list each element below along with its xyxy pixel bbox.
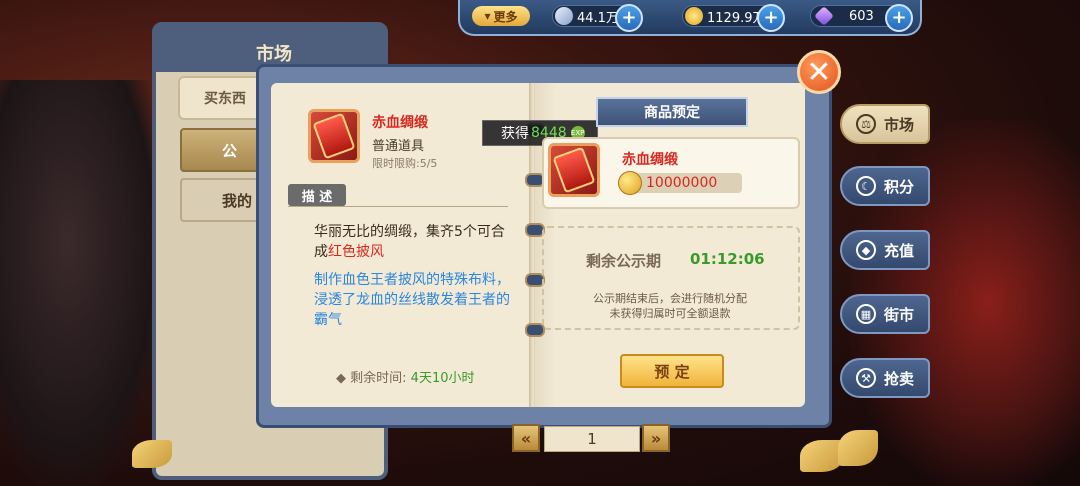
notice-line-2: 未获得归属时可全额退款	[609, 307, 731, 320]
chevron-down-icon: ▾	[484, 9, 491, 23]
scale-icon: ⚖	[856, 114, 876, 134]
divider	[288, 206, 508, 207]
nav-street-label: 街市	[884, 305, 915, 324]
notice-line-1: 公示期结束后，会进行随机分配	[593, 292, 747, 305]
silk-scroll-icon	[552, 146, 596, 194]
pager: « 1 »	[512, 424, 670, 452]
market-side-button-public[interactable]: 公	[180, 128, 260, 172]
add-diamond-button[interactable]: +	[885, 4, 913, 32]
nav-auction-label: 抢卖	[884, 369, 915, 388]
description-text: 华丽无比的绸缎，集齐5个可合成红色披风	[314, 222, 514, 262]
order-item-icon[interactable]	[548, 143, 600, 197]
shop-icon: ▦	[856, 304, 876, 324]
purchase-limit: 限时限购:5/5	[372, 157, 438, 170]
nav-points-label: 积分	[884, 177, 915, 196]
more-button[interactable]: ▾ 更多	[472, 6, 530, 26]
countdown-label: 剩余公示期	[586, 252, 662, 270]
gavel-icon: ⚒	[856, 368, 876, 388]
market-side-button-mine[interactable]: 我的	[180, 178, 260, 222]
nav-recharge-label: 充值	[884, 241, 915, 260]
silk-scroll-icon	[312, 112, 356, 160]
diamond-counter: 603 +	[810, 4, 913, 32]
diamond-value: 603	[849, 8, 874, 24]
remaining-time: ◆ 剩余时间: 4天10小时	[336, 367, 475, 386]
gold-leaf-icon	[685, 7, 703, 25]
diamond-icon	[814, 6, 834, 26]
gold-leaf-decoration	[132, 440, 172, 468]
more-label: 更多	[493, 9, 518, 24]
countdown-value: 01:12:06	[690, 250, 765, 268]
flavor-text: 制作血色王者披风的特殊布料，浸透了龙血的丝线散发着王者的霸气	[314, 272, 510, 328]
silver-feather-icon	[555, 7, 573, 25]
item-name: 赤血绸缎	[372, 115, 428, 131]
nav-market[interactable]: ⚖ 市场	[840, 104, 930, 144]
reserve-button[interactable]: 预 定	[620, 354, 724, 388]
diamond-bullet-icon: ◆	[336, 371, 351, 386]
nav-points[interactable]: ☾ 积分	[840, 166, 930, 206]
nav-market-label: 市场	[884, 115, 915, 134]
price-value: 10000000	[646, 175, 718, 191]
price-box: 10000000	[618, 171, 742, 195]
nav-recharge[interactable]: ◆ 充值	[840, 230, 930, 270]
background-rock-left	[0, 80, 170, 486]
remaining-time-value: 4天10小时	[410, 371, 475, 386]
item-icon[interactable]	[308, 109, 360, 163]
item-type: 普通道具	[372, 139, 425, 154]
exp-label: 获得	[501, 126, 529, 142]
moon-icon: ☾	[856, 176, 876, 196]
add-silver-button[interactable]: +	[615, 4, 643, 32]
gold-counter: 1129.9万 +	[682, 4, 785, 32]
market-title: 市场	[256, 44, 292, 65]
gold-coin-icon	[618, 171, 642, 195]
nav-street-market[interactable]: ▦ 街市	[840, 294, 930, 334]
order-item-name: 赤血绸缎	[622, 152, 678, 168]
silver-counter: 44.1万 +	[552, 4, 643, 32]
add-gold-button[interactable]: +	[757, 4, 785, 32]
page-number: 1	[544, 426, 640, 452]
gem-icon: ◆	[856, 240, 876, 260]
section-title: 商品预定	[596, 97, 748, 127]
remaining-time-label: 剩余时间:	[350, 371, 407, 386]
resource-bar: ▾ 更多 44.1万 + 1129.9万 + 603 +	[458, 0, 922, 36]
prev-page-button[interactable]: «	[512, 424, 540, 452]
next-page-button[interactable]: »	[642, 424, 670, 452]
description-highlight: 红色披风	[328, 244, 384, 260]
nav-auction[interactable]: ⚒ 抢卖	[840, 358, 930, 398]
close-button[interactable]: ✕	[797, 50, 841, 94]
silver-value: 44.1万	[577, 10, 619, 26]
gold-leaf-decoration	[838, 430, 878, 466]
description-header: 描 述	[288, 184, 346, 206]
